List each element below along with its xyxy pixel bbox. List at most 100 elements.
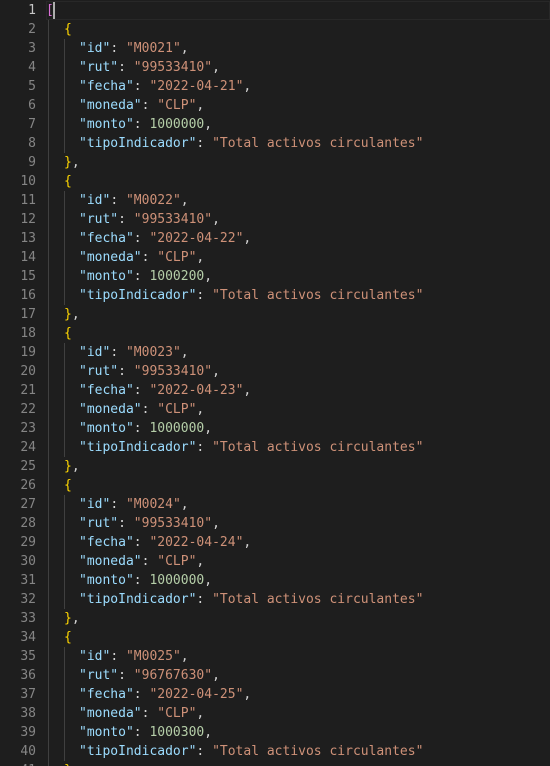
code-line[interactable]: 32 "tipoIndicador": "Total activos circul…: [0, 590, 550, 609]
line-number[interactable]: 36: [0, 666, 36, 685]
code-text-area[interactable]: {: [46, 20, 550, 39]
code-text-area[interactable]: "id": "M0025",: [46, 647, 550, 666]
code-text-area[interactable]: {: [46, 172, 550, 191]
code-text-area[interactable]: "rut": "99533410",: [46, 514, 550, 533]
code-line[interactable]: 28 "rut": "99533410",: [0, 514, 550, 533]
code-line[interactable]: 11 "id": "M0022",: [0, 191, 550, 210]
line-number[interactable]: 7: [0, 115, 36, 134]
line-number[interactable]: 34: [0, 628, 36, 647]
code-line[interactable]: 3 "id": "M0021",: [0, 39, 550, 58]
line-number[interactable]: 11: [0, 191, 36, 210]
line-number[interactable]: 18: [0, 324, 36, 343]
line-number[interactable]: 22: [0, 400, 36, 419]
code-text-area[interactable]: "moneda": "CLP",: [46, 96, 550, 115]
line-number[interactable]: 10: [0, 172, 36, 191]
code-line[interactable]: 21 "fecha": "2022-04-23",: [0, 381, 550, 400]
code-text-area[interactable]: {: [46, 324, 550, 343]
code-line[interactable]: 41},: [0, 761, 550, 766]
line-number[interactable]: 15: [0, 267, 36, 286]
line-number[interactable]: 33: [0, 609, 36, 628]
line-number[interactable]: 1: [0, 1, 36, 20]
code-line[interactable]: 16 "tipoIndicador": "Total activos circul…: [0, 286, 550, 305]
code-line[interactable]: 33},: [0, 609, 550, 628]
code-text-area[interactable]: },: [46, 609, 550, 628]
code-line[interactable]: 29 "fecha": "2022-04-24",: [0, 533, 550, 552]
line-number[interactable]: 6: [0, 96, 36, 115]
line-number[interactable]: 31: [0, 571, 36, 590]
code-line[interactable]: 22 "moneda": "CLP",: [0, 400, 550, 419]
code-line[interactable]: 15 "monto": 1000200,: [0, 267, 550, 286]
code-line[interactable]: 12 "rut": "99533410",: [0, 210, 550, 229]
code-text-area[interactable]: "fecha": "2022-04-25",: [46, 685, 550, 704]
code-text-area[interactable]: "rut": "99533410",: [46, 58, 550, 77]
code-line[interactable]: 8 "tipoIndicador": "Total activos circula…: [0, 134, 550, 153]
line-number[interactable]: 23: [0, 419, 36, 438]
code-text-area[interactable]: "rut": "99533410",: [46, 210, 550, 229]
code-text-area[interactable]: "id": "M0024",: [46, 495, 550, 514]
code-line[interactable]: 13 "fecha": "2022-04-22",: [0, 229, 550, 248]
line-number[interactable]: 13: [0, 229, 36, 248]
code-line[interactable]: 10 {: [0, 172, 550, 191]
code-text-area[interactable]: "rut": "96767630",: [46, 666, 550, 685]
code-line[interactable]: 17},: [0, 305, 550, 324]
line-number[interactable]: 19: [0, 343, 36, 362]
code-text-area[interactable]: "moneda": "CLP",: [46, 552, 550, 571]
code-text-area[interactable]: {: [46, 476, 550, 495]
line-number[interactable]: 39: [0, 723, 36, 742]
line-number[interactable]: 38: [0, 704, 36, 723]
code-line[interactable]: 19 "id": "M0023",: [0, 343, 550, 362]
code-line[interactable]: 14 "moneda": "CLP",: [0, 248, 550, 267]
code-line[interactable]: 2{: [0, 20, 550, 39]
code-line[interactable]: 9},: [0, 153, 550, 172]
line-number[interactable]: 21: [0, 381, 36, 400]
line-number[interactable]: 24: [0, 438, 36, 457]
code-line[interactable]: 5 "fecha": "2022-04-21",: [0, 77, 550, 96]
line-number[interactable]: 8: [0, 134, 36, 153]
code-line[interactable]: 6 "moneda": "CLP",: [0, 96, 550, 115]
code-text-area[interactable]: "fecha": "2022-04-22",: [46, 229, 550, 248]
line-number[interactable]: 40: [0, 742, 36, 761]
code-line[interactable]: 40 "tipoIndicador": "Total activos circul…: [0, 742, 550, 761]
line-number[interactable]: 16: [0, 286, 36, 305]
code-text-area[interactable]: "tipoIndicador": "Total activos circulan…: [46, 438, 550, 457]
line-number[interactable]: 26: [0, 476, 36, 495]
line-number[interactable]: 2: [0, 20, 36, 39]
line-number[interactable]: 30: [0, 552, 36, 571]
line-number[interactable]: 9: [0, 153, 36, 172]
code-text-area[interactable]: {: [46, 628, 550, 647]
code-text-area[interactable]: "rut": "99533410",: [46, 362, 550, 381]
code-text-area[interactable]: "tipoIndicador": "Total activos circulan…: [46, 742, 550, 761]
code-text-area[interactable]: "fecha": "2022-04-21",: [46, 77, 550, 96]
code-line[interactable]: 26 {: [0, 476, 550, 495]
code-text-area[interactable]: "id": "M0021",: [46, 39, 550, 58]
code-text-area[interactable]: },: [46, 305, 550, 324]
code-text-area[interactable]: "id": "M0023",: [46, 343, 550, 362]
code-editor[interactable]: 1[2{3 "id": "M0021", 4 "rut": "99533410", 5 "…: [0, 0, 550, 766]
code-line[interactable]: 20 "rut": "99533410",: [0, 362, 550, 381]
code-text-area[interactable]: "tipoIndicador": "Total activos circulan…: [46, 134, 550, 153]
code-text-area[interactable]: "monto": 1000200,: [46, 267, 550, 286]
line-number[interactable]: 4: [0, 58, 36, 77]
line-number[interactable]: 27: [0, 495, 36, 514]
code-line[interactable]: 39 "monto": 1000300,: [0, 723, 550, 742]
code-text-area[interactable]: },: [46, 457, 550, 476]
code-line[interactable]: 1[: [0, 1, 550, 20]
code-text-area[interactable]: "tipoIndicador": "Total activos circulan…: [46, 590, 550, 609]
line-number[interactable]: 5: [0, 77, 36, 96]
code-text-area[interactable]: "monto": 1000000,: [46, 115, 550, 134]
code-line[interactable]: 31 "monto": 1000000,: [0, 571, 550, 590]
code-line[interactable]: 25},: [0, 457, 550, 476]
code-line[interactable]: 23 "monto": 1000000,: [0, 419, 550, 438]
code-text-area[interactable]: "fecha": "2022-04-24",: [46, 533, 550, 552]
line-number[interactable]: 28: [0, 514, 36, 533]
code-line[interactable]: 7 "monto": 1000000,: [0, 115, 550, 134]
code-line[interactable]: 27 "id": "M0024",: [0, 495, 550, 514]
code-line[interactable]: 34 {: [0, 628, 550, 647]
code-text-area[interactable]: },: [46, 761, 550, 766]
line-number[interactable]: 25: [0, 457, 36, 476]
code-text-area[interactable]: "monto": 1000000,: [46, 419, 550, 438]
code-line[interactable]: 18 {: [0, 324, 550, 343]
line-number[interactable]: 32: [0, 590, 36, 609]
code-line[interactable]: 37 "fecha": "2022-04-25",: [0, 685, 550, 704]
code-text-area[interactable]: [: [46, 1, 550, 20]
